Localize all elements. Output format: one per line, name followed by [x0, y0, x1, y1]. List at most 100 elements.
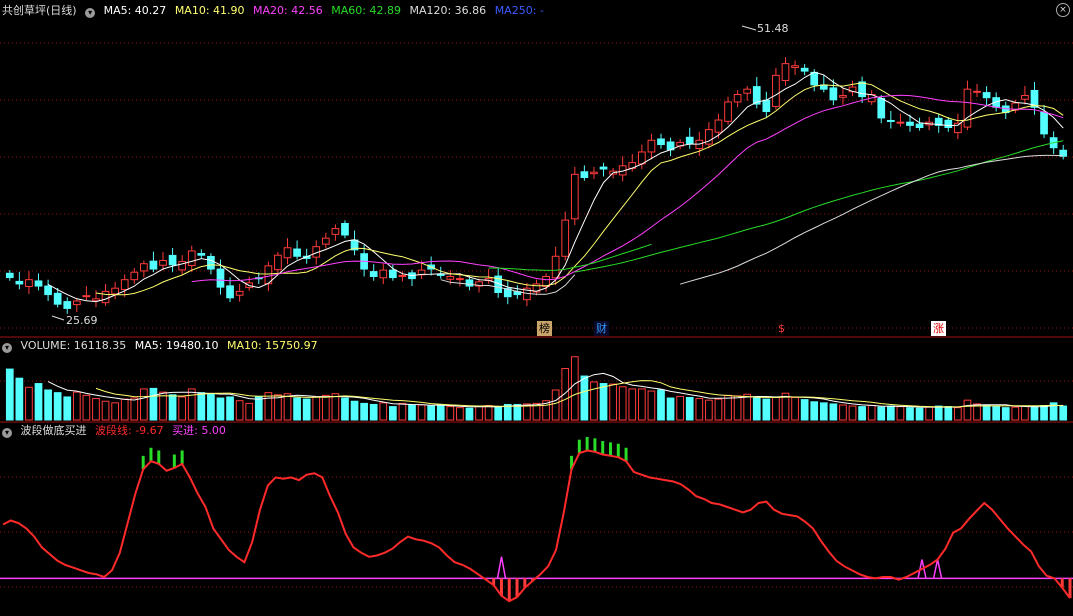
volume-bar-up: [963, 399, 972, 421]
ma120-line: [679, 154, 1064, 285]
volume-bar-up: [456, 407, 464, 421]
volume-panel-toggle-icon[interactable]: ▾: [2, 343, 12, 353]
candle-up: [839, 95, 847, 98]
candle-down: [762, 99, 771, 113]
volume-bar-down: [685, 396, 694, 421]
ma60-label: MA60: 42.89: [331, 4, 401, 17]
candle-down: [465, 279, 474, 287]
volume-bar-down: [15, 377, 24, 421]
volume-bar-up: [551, 389, 560, 421]
price-panel-toggle-icon[interactable]: ▾: [85, 8, 96, 18]
candle-up: [1021, 95, 1029, 100]
volume-bar-up: [561, 368, 570, 421]
marker-zhang[interactable]: 涨: [931, 321, 946, 336]
candle-up: [331, 228, 340, 235]
candle-up: [733, 94, 742, 103]
candle-down: [800, 67, 809, 72]
volume-bar-down: [580, 375, 589, 421]
volume-bar-up: [676, 395, 685, 421]
candle-down: [34, 280, 43, 287]
volume-bar-down: [810, 401, 819, 421]
candle-down: [599, 166, 608, 170]
volume-bar-up: [705, 399, 713, 421]
volume-bar-up: [283, 393, 292, 421]
volume-bar-down: [369, 403, 378, 421]
volume-bar-down: [762, 398, 771, 421]
candle-up: [92, 298, 100, 302]
candle-down: [580, 171, 589, 179]
candle-down: [369, 271, 378, 277]
high-price-label: 51.48: [757, 22, 789, 35]
volume-bar-up: [896, 406, 905, 421]
volume-bar-up: [245, 402, 254, 421]
volume-bar-up: [590, 381, 598, 421]
buy-label: 买进: 5.00: [172, 424, 226, 437]
candle-up: [120, 279, 129, 290]
volume-bar-down: [216, 397, 225, 421]
low-pointer: [51, 315, 65, 321]
volume-bar-down: [513, 403, 522, 421]
wave-indicator-name: 波段做底买进: [20, 424, 87, 437]
volume-bar-down: [992, 406, 1001, 421]
volume-bar-down: [53, 392, 62, 421]
candle-down: [216, 268, 225, 288]
wave-panel-toggle-icon[interactable]: ▾: [2, 428, 12, 438]
volume-bar-up: [140, 388, 148, 421]
candle-up: [446, 275, 455, 280]
volume-name: VOLUME: [20, 339, 67, 352]
volume-bar-down: [944, 406, 953, 421]
wave-top-bar: [608, 442, 612, 456]
volume-bar-down: [934, 405, 943, 421]
candle-up: [456, 278, 464, 281]
volume-bar-up: [954, 407, 962, 421]
wave-top-bar: [180, 450, 184, 464]
candle-down: [877, 97, 886, 119]
wave-line-label: 波段线: -9.67: [95, 424, 164, 437]
candle-down: [886, 119, 895, 122]
low-price-label: 25.69: [66, 314, 98, 327]
candle-up: [743, 88, 752, 94]
candle-up: [724, 101, 732, 122]
candle-up: [791, 65, 799, 68]
candle-down: [53, 292, 62, 305]
wave-top-bar: [172, 454, 176, 468]
candle-up: [159, 260, 167, 266]
stock-chart: [0, 25, 1073, 603]
candle-up: [111, 287, 119, 295]
candle-down: [915, 123, 924, 128]
volume-bar-up: [446, 406, 455, 421]
volume-bar-up: [264, 392, 273, 421]
volume-bar-up: [1011, 406, 1020, 421]
volume-bar-down: [388, 406, 397, 421]
candle-up: [570, 173, 579, 220]
candle-down: [982, 92, 991, 99]
volume-bar-up: [312, 396, 321, 421]
candle-up: [973, 90, 981, 93]
marker-dollar[interactable]: $: [776, 321, 787, 336]
volume-bar-down: [350, 400, 359, 421]
candle-up: [781, 63, 790, 81]
volume-bar-up: [724, 394, 732, 421]
candle-down: [388, 269, 397, 279]
marker-bang[interactable]: 榜: [537, 321, 552, 336]
volume-bar-up: [743, 393, 752, 421]
volume-bar-down: [1040, 405, 1048, 421]
volume-bar-up: [130, 397, 139, 421]
candle-up: [25, 279, 33, 287]
volume-bar-down: [819, 402, 828, 421]
volume-bar-up: [733, 395, 742, 421]
volume-bar-up: [379, 402, 388, 421]
price-panel-header: 共创草坪(日线) ▾ MA5: 40.27 MA10: 41.90 MA20: …: [2, 4, 549, 18]
volume-bar-up: [235, 400, 244, 421]
candle-down: [15, 280, 24, 285]
candle-down: [293, 248, 301, 257]
wave-top-bar: [577, 439, 581, 454]
volume-bar-up: [791, 396, 799, 421]
close-icon[interactable]: ×: [1056, 3, 1070, 17]
volume-bar-down: [63, 396, 72, 421]
candle-up: [772, 74, 780, 107]
volume-bar-up: [178, 396, 187, 421]
marker-cai[interactable]: 财: [594, 321, 609, 336]
candle-down: [1040, 111, 1048, 135]
volume-bar-up: [1021, 405, 1029, 421]
